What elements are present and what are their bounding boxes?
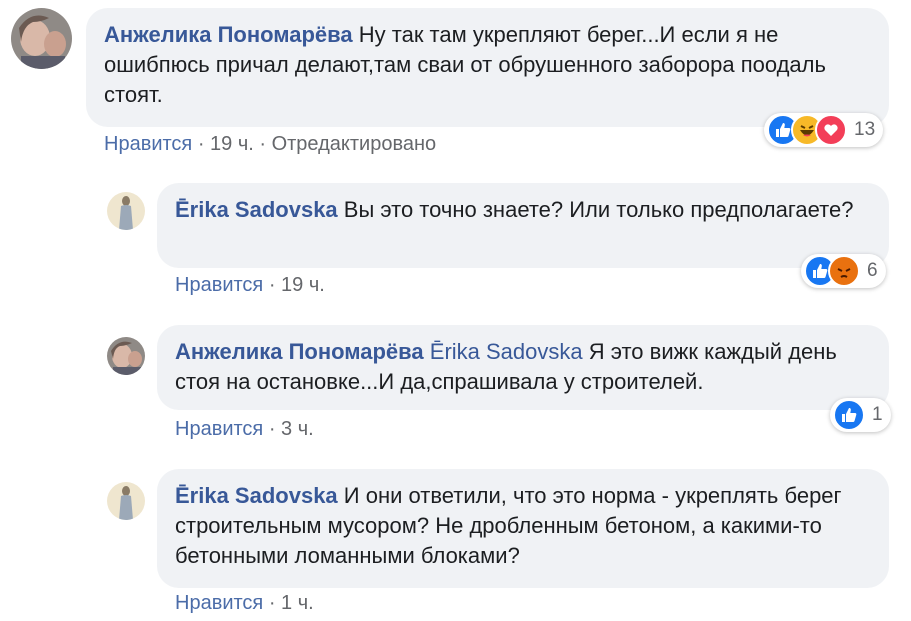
comment-actions: Нравится · 19 ч. · Отредактировано	[104, 133, 436, 156]
comment-actions: Нравится · 19 ч.	[175, 274, 325, 297]
reactions-summary[interactable]: 6	[801, 254, 886, 288]
avatar[interactable]	[107, 482, 145, 520]
comment-bubble: Анжелика Пономарёва Ērika Sadovska Я это…	[157, 325, 889, 410]
comment-author[interactable]: Анжелика Пономарёва	[104, 22, 353, 47]
reactions-summary[interactable]: 1	[830, 398, 891, 432]
comment-text: Вы это точно знаете? Или только предпола…	[337, 197, 854, 222]
mention-link[interactable]: Ērika Sadovska	[430, 339, 583, 364]
comment-bubble: Ērika Sadovska И они ответили, что это н…	[157, 469, 889, 588]
avatar[interactable]	[107, 192, 145, 230]
reactions-summary[interactable]: 13	[764, 113, 884, 147]
edited-label[interactable]: Отредактировано	[272, 133, 437, 155]
angry-reaction-icon	[828, 255, 860, 287]
comment-time[interactable]: · 19 ч.	[263, 274, 325, 296]
avatar[interactable]	[107, 337, 145, 375]
like-link[interactable]: Нравится	[104, 133, 192, 155]
love-reaction-icon	[815, 114, 847, 146]
comment-time[interactable]: · 3 ч.	[263, 418, 314, 440]
reaction-count: 1	[872, 404, 883, 425]
comment-time[interactable]: · 19 ч. ·	[192, 133, 271, 155]
like-link[interactable]: Нравится	[175, 274, 263, 296]
comment-actions: Нравится · 1 ч.	[175, 592, 314, 615]
like-link[interactable]: Нравится	[175, 418, 263, 440]
reaction-count: 6	[867, 260, 878, 281]
comment-bubble: Ērika Sadovska Вы это точно знаете? Или …	[157, 183, 889, 268]
comment-actions: Нравится · 3 ч.	[175, 418, 314, 441]
reaction-count: 13	[854, 119, 876, 140]
comment-time[interactable]: · 1 ч.	[263, 592, 314, 614]
avatar[interactable]	[11, 8, 72, 69]
like-reaction-icon	[833, 399, 865, 431]
like-link[interactable]: Нравится	[175, 592, 263, 614]
comment-bubble: Анжелика Пономарёва Ну так там укрепляют…	[86, 8, 889, 127]
comment-author[interactable]: Ērika Sadovska	[175, 483, 338, 508]
comment-author[interactable]: Анжелика Пономарёва	[175, 339, 424, 364]
comment-author[interactable]: Ērika Sadovska	[175, 197, 338, 222]
